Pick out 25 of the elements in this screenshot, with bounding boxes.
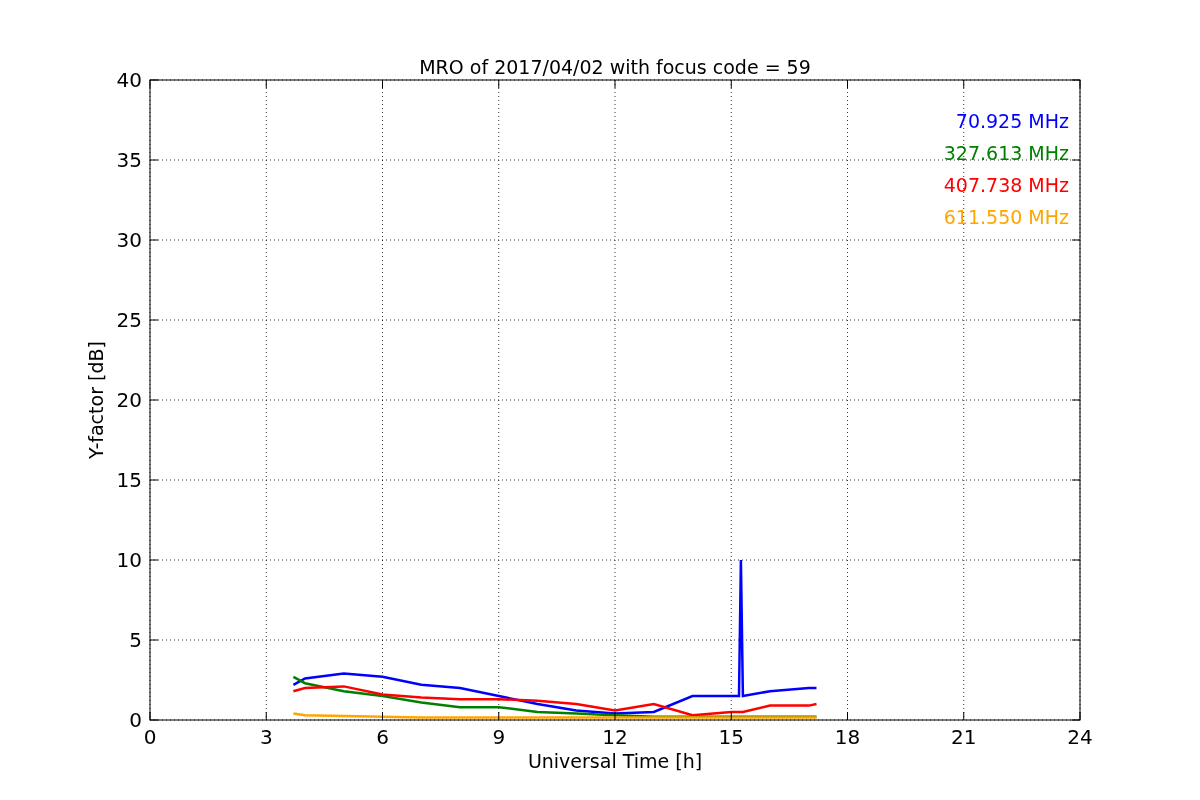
tick-label: 24: [1067, 725, 1093, 749]
tick-label: 12: [602, 725, 628, 749]
legend-label: 611.550 MHz: [943, 206, 1069, 228]
tick-label: 30: [116, 228, 142, 252]
legend-label: 407.738 MHz: [943, 174, 1069, 196]
tick-label: 40: [116, 68, 142, 92]
legend-label: 327.613 MHz: [943, 142, 1069, 164]
chart-title: MRO of 2017/04/02 with focus code = 59: [419, 56, 811, 78]
tick-label: 25: [116, 308, 142, 332]
legend-label: 70.925 MHz: [955, 110, 1069, 132]
axis-label: Y-factor [dB]: [85, 341, 107, 459]
tick-label: 20: [116, 388, 142, 412]
tick-label: 15: [116, 468, 142, 492]
axis-label: Universal Time [h]: [527, 750, 703, 772]
tick-label: 5: [129, 628, 142, 652]
tick-label: 0: [129, 708, 142, 732]
tick-label: 3: [259, 725, 273, 749]
tick-label: 10: [116, 548, 142, 572]
tick-label: 9: [492, 725, 506, 749]
tick-label: 21: [951, 725, 977, 749]
tick-label: 18: [834, 725, 861, 749]
tick-label: 0: [143, 725, 157, 749]
tick-label: 35: [116, 148, 142, 172]
tick-label: 6: [376, 725, 389, 749]
tick-label: 15: [718, 725, 744, 749]
